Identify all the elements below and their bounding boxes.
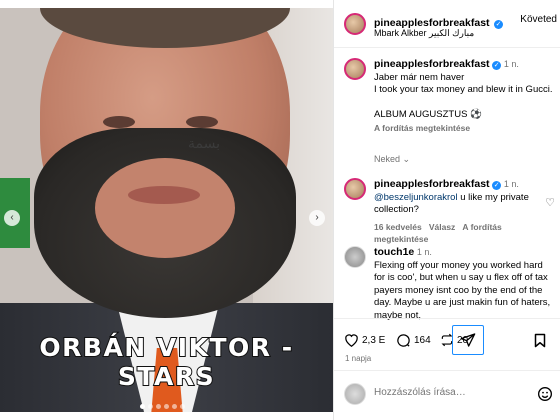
more-button[interactable]: Neked ⌄ (374, 154, 410, 165)
post-header: pineapplesforbreakfast ✓ Mbark Alkber مب… (334, 0, 560, 48)
caption-line: I took your tax money and blew it in Guc… (374, 84, 553, 95)
left-eye (103, 116, 135, 128)
reply-button[interactable]: Válasz (429, 222, 455, 232)
caption-username[interactable]: pineapplesforbreakfast (374, 58, 490, 70)
paper-plane-icon (460, 333, 476, 347)
carousel-dot (140, 404, 145, 409)
post-sidebar: pineapplesforbreakfast ✓ Mbark Alkber مب… (333, 0, 560, 420)
comment-body: pineapplesforbreakfast ✓ 1 n. @beszeljun… (374, 178, 554, 246)
caption-age: 1 n. (503, 59, 519, 69)
comment-age: 1 n. (503, 179, 519, 189)
heart-icon (345, 334, 358, 347)
comment-likes[interactable]: 16 kedvelés (374, 222, 422, 232)
follow-button[interactable]: Követed (520, 14, 557, 25)
like-button[interactable]: 2,3 E (344, 333, 385, 347)
chin (95, 158, 235, 258)
avatar[interactable] (344, 246, 366, 268)
image-caption-overlay: ORBÁN VIKTOR - STARS (38, 332, 294, 392)
emoji-icon[interactable] (537, 386, 553, 402)
save-button[interactable] (534, 333, 546, 348)
comment-username[interactable]: touch1e (374, 246, 414, 258)
lips (128, 186, 200, 204)
carousel-dots (140, 404, 185, 409)
chevron-right-icon[interactable]: › (309, 210, 325, 226)
comment-button[interactable]: 164 (396, 333, 431, 348)
avatar[interactable] (344, 13, 366, 35)
translate-link[interactable]: A fordítás megtekintése (374, 122, 554, 135)
bookmark-icon (534, 333, 546, 348)
verified-icon: ✓ (492, 61, 502, 70)
carousel-dot (156, 404, 161, 409)
carousel-dot (180, 404, 185, 409)
avatar[interactable] (344, 58, 366, 80)
comment-mention[interactable]: @beszeljunkorakrol (374, 192, 458, 203)
comment-composer (334, 370, 560, 420)
comment-icon (397, 334, 410, 347)
comment-input[interactable] (374, 387, 514, 398)
carousel-dot (164, 404, 169, 409)
share-button[interactable] (452, 325, 484, 355)
avatar (344, 383, 366, 405)
header-subtitle[interactable]: Mbark Alkber مبارك الكبير (374, 28, 474, 39)
carousel-dot (172, 404, 177, 409)
chevron-down-icon: ⌄ (402, 154, 411, 164)
avatar[interactable] (344, 178, 366, 200)
face-tattoo: بسمة (188, 136, 220, 152)
caption-line: Jaber már nem haver (374, 71, 465, 83)
caption-body: pineapplesforbreakfast ✓ 1 n. Jaber már … (374, 58, 554, 135)
post-time: 1 napja (345, 354, 372, 363)
verified-icon: ✓ (492, 181, 502, 190)
carousel-dot (148, 404, 153, 409)
comment-count: 164 (414, 335, 431, 346)
comment-age: 1 n. (416, 247, 432, 257)
right-eye (186, 116, 218, 128)
comment-body: touch1e 1 n. Flexing off your money you … (374, 246, 554, 320)
comment-username[interactable]: pineapplesforbreakfast (374, 178, 490, 190)
more-label: Neked (374, 154, 401, 164)
caption-line: ALBUM AUGUSZTUS ⚽ (374, 108, 482, 120)
verified-icon: ✓ (494, 20, 503, 29)
post-media[interactable]: بسمة ORBÁN VIKTOR - STARS ‹ › (0, 8, 333, 412)
comment-text: Flexing off your money you worked hard f… (374, 259, 551, 321)
comment-meta: 16 kedvelés Válasz A fordítás megtekinté… (374, 221, 554, 246)
chevron-left-icon[interactable]: ‹ (4, 210, 20, 226)
like-count: 2,3 E (362, 334, 386, 346)
heart-icon[interactable]: ♡ (545, 196, 555, 209)
caption-line (374, 97, 554, 109)
